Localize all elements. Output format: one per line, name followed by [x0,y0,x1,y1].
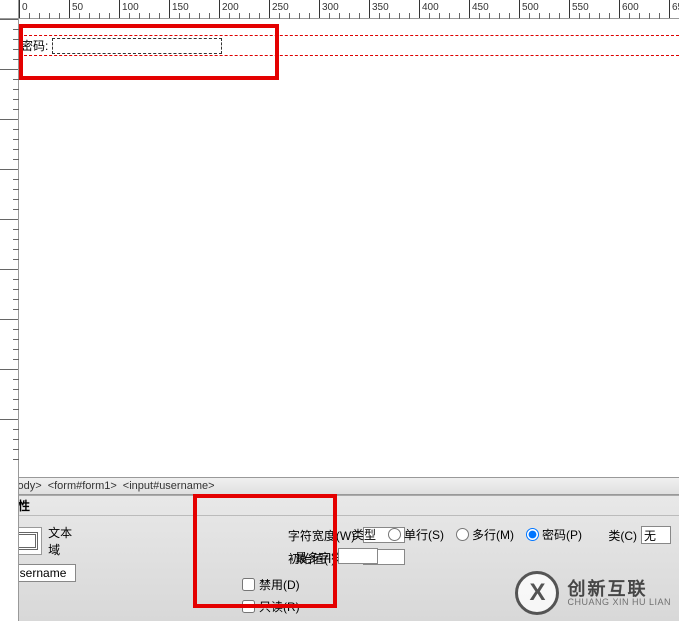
properties-header: 属性 [0,496,679,516]
type-label: 类型 [352,526,376,543]
watermark-logo: X 创新互联 CHUANG XIN HU LIAN [515,571,671,615]
ruler-horizontal[interactable]: 050100150200250300350400450500550600650 [19,0,679,19]
design-canvas[interactable]: 密码: [19,19,679,475]
ruler-corner [0,0,19,19]
logo-circle-icon: X [515,571,559,615]
watermark-cn: 创新互联 [567,580,671,598]
type-radio-single[interactable]: 单行(S) [388,526,444,543]
logo-glyph: X [529,579,545,607]
init-value-input[interactable] [338,548,378,564]
breadcrumb-form[interactable]: <form#form1> [45,479,120,493]
char-width-label: 字符宽度(W) [90,527,357,544]
table-row-guide-bottom [19,55,679,56]
tag-selector-bar[interactable]: <body> <form#form1> <input#username> [0,477,679,495]
readonly-checkbox[interactable] [242,600,255,613]
table-row-guide-top [19,35,679,36]
type-radio-password[interactable]: 密码(P) [526,526,582,543]
disabled-checkbox[interactable] [242,578,255,591]
ruler-vertical[interactable] [0,19,19,621]
class-label: 类(C) [608,527,637,544]
breadcrumb-input[interactable]: <input#username> [120,479,218,493]
password-input-field[interactable] [52,38,222,54]
text-field-type-label: 文本域 [48,524,80,558]
watermark-en: CHUANG XIN HU LIAN [567,598,671,607]
type-radio-multi[interactable]: 多行(M) [456,526,514,543]
class-select[interactable]: 无 [641,526,671,544]
readonly-label: 只读(R) [259,598,300,615]
field-label-password: 密码: [21,37,48,54]
disabled-label: 禁用(D) [259,576,300,593]
init-value-label: 初始值(I) [288,550,335,567]
element-id-input[interactable] [10,564,76,582]
